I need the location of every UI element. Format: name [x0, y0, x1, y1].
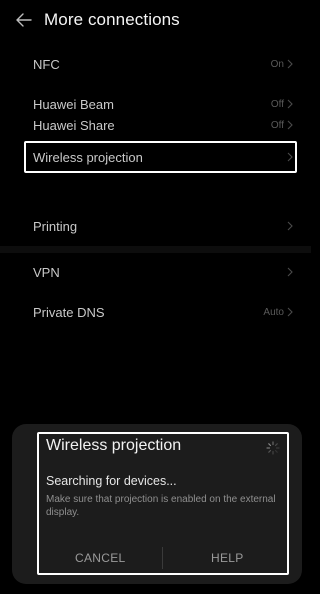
settings-row-wireless-projection[interactable]: Wireless projection [0, 137, 311, 177]
settings-row-nfc[interactable]: NFC On [0, 44, 311, 84]
title-bar: More connections [0, 0, 311, 42]
row-label: Huawei Share [33, 117, 115, 133]
help-button[interactable]: HELP [211, 551, 244, 565]
dialog-hint-text: Make sure that projection is enabled on … [46, 494, 276, 518]
cancel-button[interactable]: CANCEL [75, 551, 125, 565]
dialog-title: Wireless projection [46, 437, 182, 454]
dialog-status-text: Searching for devices... [46, 474, 177, 488]
chevron-right-icon [287, 120, 293, 130]
row-label: Wireless projection [33, 149, 143, 165]
chevron-right-icon [287, 221, 293, 231]
back-arrow-icon [16, 13, 32, 27]
chevron-right-icon [287, 267, 293, 277]
settings-row-printing[interactable]: Printing [0, 206, 311, 246]
row-label: Printing [33, 218, 78, 234]
row-value: Auto [263, 306, 284, 318]
row-label: NFC [33, 56, 60, 72]
row-label: Private DNS [33, 304, 105, 320]
button-separator [162, 547, 163, 569]
chevron-right-icon [287, 59, 293, 69]
chevron-right-icon [287, 152, 293, 162]
chevron-right-icon [287, 307, 293, 317]
back-button[interactable] [14, 10, 34, 30]
loading-spinner-icon [266, 441, 280, 455]
page-title: More connections [44, 10, 180, 29]
settings-row-vpn[interactable]: VPN [0, 252, 311, 292]
row-label: VPN [33, 264, 60, 280]
row-value: Off [270, 119, 284, 131]
row-value: On [270, 58, 284, 70]
settings-row-private-dns[interactable]: Private DNS Auto [0, 292, 311, 332]
